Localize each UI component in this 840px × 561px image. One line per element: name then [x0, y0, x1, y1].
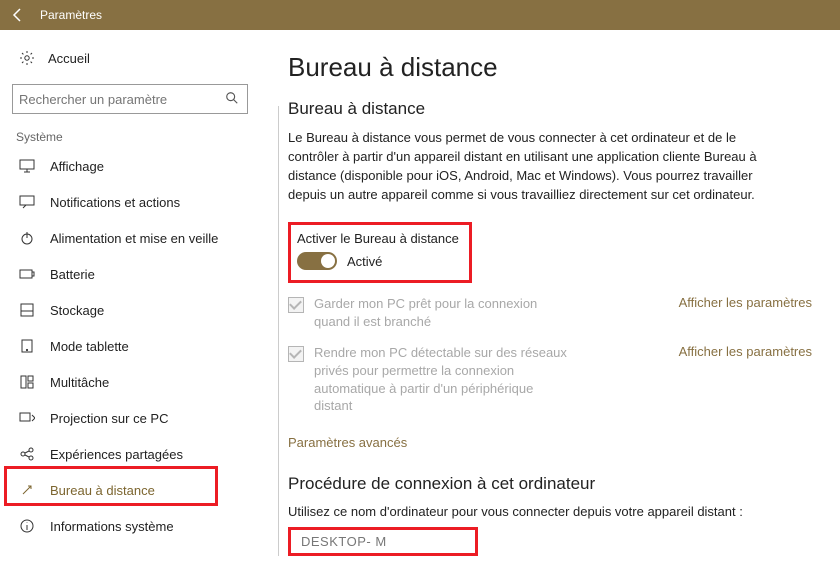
search-input[interactable] — [19, 92, 225, 107]
project-icon — [16, 412, 38, 424]
multitask-icon — [16, 375, 38, 389]
sidebar-item-batterie[interactable]: Batterie — [12, 256, 260, 292]
sidebar-item-label: Multitâche — [50, 375, 109, 390]
main-content: Bureau à distance Bureau à distance Le B… — [260, 30, 840, 556]
sidebar-item-label: Batterie — [50, 267, 95, 282]
toggle-state-text: Activé — [347, 254, 382, 269]
pc-name-value: DESKTOP- M — [301, 534, 387, 549]
section-title: Bureau à distance — [288, 99, 812, 119]
sidebar-item-affichage[interactable]: Affichage — [12, 148, 260, 184]
show-settings-link[interactable]: Afficher les paramètres — [679, 344, 812, 359]
category-label: Système — [16, 130, 260, 144]
sidebar-item-label: Bureau à distance — [50, 483, 155, 498]
home-label: Accueil — [48, 51, 90, 66]
remote-icon — [16, 483, 38, 497]
sidebar-item-alimentation[interactable]: Alimentation et mise en veille — [12, 220, 260, 256]
sidebar: Accueil Système Affichage Notifications … — [0, 30, 260, 556]
remote-desktop-toggle[interactable] — [297, 252, 337, 270]
back-button[interactable] — [4, 1, 32, 29]
sidebar-item-projection[interactable]: Projection sur ce PC — [12, 400, 260, 436]
sidebar-item-label: Stockage — [50, 303, 104, 318]
sidebar-item-notifications[interactable]: Notifications et actions — [12, 184, 260, 220]
connect-description: Utilisez ce nom d'ordinateur pour vous c… — [288, 504, 788, 519]
share-icon — [16, 447, 38, 461]
message-icon — [16, 195, 38, 209]
sidebar-item-bureau-a-distance[interactable]: Bureau à distance — [12, 472, 260, 508]
show-settings-link[interactable]: Afficher les paramètres — [679, 295, 812, 310]
nav-list: Affichage Notifications et actions Alime… — [12, 148, 260, 544]
search-icon — [225, 91, 241, 107]
pc-name-highlight-box: DESKTOP- M — [288, 527, 478, 556]
sidebar-item-informations-systeme[interactable]: Informations système — [12, 508, 260, 544]
sidebar-item-mode-tablette[interactable]: Mode tablette — [12, 328, 260, 364]
sidebar-item-experiences-partagees[interactable]: Expériences partagées — [12, 436, 260, 472]
storage-icon — [16, 303, 38, 317]
option-text: Rendre mon PC détectable sur des réseaux… — [314, 344, 574, 414]
option-text: Garder mon PC prêt pour la connexion qua… — [314, 295, 574, 330]
sidebar-item-label: Informations système — [50, 519, 174, 534]
checkbox-icon[interactable] — [288, 346, 304, 362]
power-icon — [16, 231, 38, 245]
info-icon — [16, 519, 38, 533]
sidebar-item-label: Notifications et actions — [50, 195, 180, 210]
connect-section-title: Procédure de connexion à cet ordinateur — [288, 474, 812, 494]
search-box[interactable] — [12, 84, 248, 114]
sidebar-item-label: Affichage — [50, 159, 104, 174]
divider — [278, 106, 279, 556]
sidebar-item-label: Mode tablette — [50, 339, 129, 354]
toggle-label: Activer le Bureau à distance — [297, 231, 459, 246]
gear-icon — [16, 50, 38, 66]
toggle-highlight-box: Activer le Bureau à distance Activé — [288, 222, 472, 283]
window-title: Paramètres — [40, 8, 102, 22]
option-keep-pc-ready: Garder mon PC prêt pour la connexion qua… — [288, 295, 812, 330]
titlebar: Paramètres — [0, 0, 840, 30]
tablet-icon — [16, 339, 38, 353]
option-discoverable: Rendre mon PC détectable sur des réseaux… — [288, 344, 812, 414]
sidebar-item-label: Alimentation et mise en veille — [50, 231, 218, 246]
sidebar-item-stockage[interactable]: Stockage — [12, 292, 260, 328]
sidebar-item-label: Projection sur ce PC — [50, 411, 169, 426]
home-button[interactable]: Accueil — [12, 42, 260, 74]
battery-icon — [16, 269, 38, 279]
advanced-settings-link[interactable]: Paramètres avancés — [288, 435, 407, 450]
checkbox-icon[interactable] — [288, 297, 304, 313]
sidebar-item-multitache[interactable]: Multitâche — [12, 364, 260, 400]
description-text: Le Bureau à distance vous permet de vous… — [288, 129, 788, 204]
display-icon — [16, 159, 38, 173]
sidebar-item-label: Expériences partagées — [50, 447, 183, 462]
page-title: Bureau à distance — [288, 52, 812, 83]
